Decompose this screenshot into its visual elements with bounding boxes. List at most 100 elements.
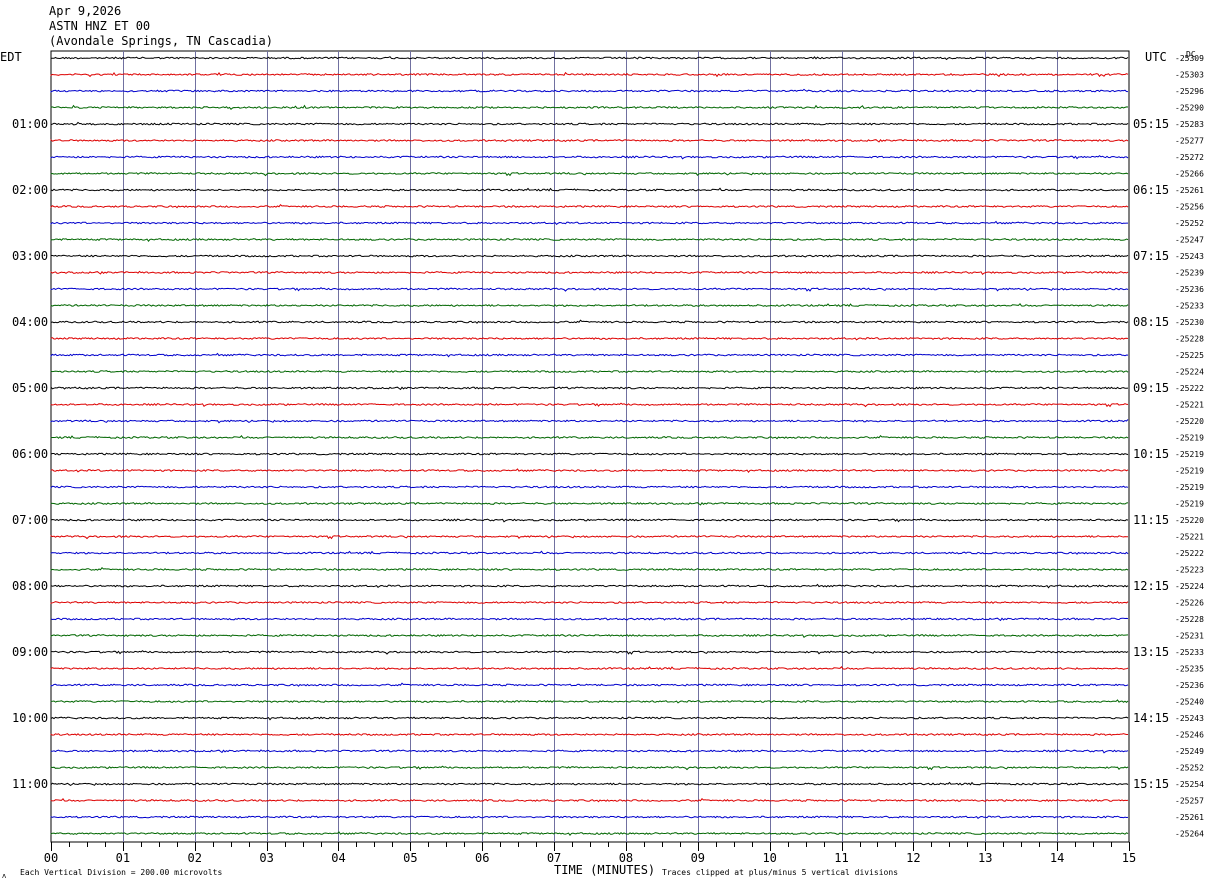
dc-offset-label: -25219 (1175, 483, 1204, 492)
dc-offset-label: -25261 (1175, 813, 1204, 822)
left-hour-label: 08:00 (12, 579, 48, 593)
dc-offset-label: -25222 (1175, 384, 1204, 393)
x-tick-label: 03 (259, 851, 273, 865)
x-tick-label: 10 (762, 851, 776, 865)
dc-offset-label: -25247 (1175, 236, 1204, 245)
trace-line (50, 237, 1129, 243)
dc-offset-label: -25254 (1175, 780, 1204, 789)
trace-line (50, 716, 1129, 721)
x-tick-label: 01 (116, 851, 130, 865)
helicorder-plot: 00 01 02 03 04 05 06 07 08 09 10 11 12 13 14 15 01:0002… (0, 50, 1204, 880)
seismic-traces (50, 56, 1129, 837)
dc-offset-label: -25222 (1175, 549, 1204, 558)
right-hour-label: 06:15 (1133, 183, 1169, 197)
dc-offset-label: -25221 (1175, 401, 1204, 410)
trace-line (50, 385, 1129, 391)
dc-offset-label: -25223 (1175, 566, 1204, 575)
dc-offset-label: -25243 (1175, 714, 1204, 723)
x-tick-label: 05 (403, 851, 417, 865)
trace-line (50, 815, 1129, 819)
right-timezone-label: UTC (1145, 50, 1167, 64)
dc-offset-label: -25249 (1175, 747, 1204, 756)
trace-line (50, 601, 1129, 604)
trace-line (50, 566, 1129, 571)
trace-line (50, 187, 1129, 192)
dc-offset-label: -25228 (1175, 335, 1204, 344)
trace-line (50, 831, 1129, 837)
right-hour-label: 10:15 (1133, 447, 1169, 461)
right-hour-label: 14:15 (1133, 711, 1169, 725)
x-tick-label: 04 (331, 851, 345, 865)
trace-line (50, 104, 1129, 111)
right-hour-label: 07:15 (1133, 249, 1169, 263)
dc-offset-label: -25224 (1175, 368, 1204, 377)
dc-offset-label: -25261 (1175, 186, 1204, 195)
left-hour-label: 10:00 (12, 711, 48, 725)
left-hour-label: 06:00 (12, 447, 48, 461)
dc-offset-label: -25231 (1175, 632, 1204, 641)
trace-line (50, 633, 1129, 639)
left-hour-label: 03:00 (12, 249, 48, 263)
trace-line (50, 337, 1129, 341)
trace-line (50, 220, 1128, 225)
trace-line (50, 419, 1129, 424)
dc-offset-label: -25277 (1175, 137, 1204, 146)
dc-offset-label: -25272 (1175, 153, 1204, 162)
trace-line (50, 682, 1129, 687)
dc-offset-label: -25246 (1175, 731, 1204, 740)
dc-offset-label: -25256 (1175, 203, 1204, 212)
time-grid (50, 50, 1130, 843)
dc-offset-label: -25233 (1175, 302, 1204, 311)
trace-line (50, 287, 1129, 292)
dc-offset-label: -25219 (1175, 450, 1204, 459)
trace-line (50, 617, 1129, 622)
dc-offset-label: -25290 (1175, 104, 1204, 113)
x-tick-label: 06 (475, 851, 489, 865)
x-axis-ticks: 00 01 02 03 04 05 06 07 08 09 10 11 12 13 14 15 (44, 842, 1136, 865)
dc-offset-label: -25252 (1175, 219, 1204, 228)
left-hour-label: 05:00 (12, 381, 48, 395)
scale-note: Each Vertical Division = 200.00 microvol… (20, 868, 222, 877)
right-hour-label: 08:15 (1133, 315, 1169, 329)
dc-offset-label: -25219 (1175, 434, 1204, 443)
dc-offset-label: -25243 (1175, 252, 1204, 261)
trace-line (50, 172, 1129, 177)
trace-line (50, 732, 1128, 737)
dc-offset-label: -25266 (1175, 170, 1204, 179)
trace-line (50, 155, 1129, 160)
dc-offset-label: -25233 (1175, 648, 1204, 657)
dc-offset-label: -25221 (1175, 533, 1204, 542)
dc-offset-label: -25240 (1175, 698, 1204, 707)
trace-line (50, 254, 1129, 258)
left-time-labels: 01:00 02:00 03:00 04:00 05:00 06:00 07:00 08:00… (12, 117, 48, 791)
dc-offset-label: -25226 (1175, 599, 1204, 608)
trace-line (50, 88, 1129, 93)
corner-mark-icon: ʌ (2, 872, 6, 880)
dc-offset-label: -25225 (1175, 351, 1204, 360)
left-hour-label: 09:00 (12, 645, 48, 659)
trace-line (50, 518, 1129, 523)
x-tick-label: 02 (188, 851, 202, 865)
dc-offset-labels: -25309-25303-25296-25290-25283-25277-252… (1175, 54, 1204, 839)
right-time-labels: 05:15 06:15 07:15 08:15 09:15 10:15 11:15 12:15… (1133, 117, 1169, 791)
left-hour-label: 01:00 (12, 117, 48, 131)
trace-line (50, 765, 1129, 771)
trace-line (50, 452, 1129, 456)
right-hour-label: 09:15 (1133, 381, 1169, 395)
trace-line (50, 534, 1129, 540)
dc-offset-label: -25257 (1175, 797, 1204, 806)
trace-line (50, 203, 1129, 209)
dc-offset-label: -25239 (1175, 269, 1204, 278)
trace-line (50, 781, 1129, 786)
trace-line (50, 749, 1129, 754)
trace-line (50, 270, 1129, 276)
x-tick-label: 12 (906, 851, 920, 865)
x-tick-label: 13 (978, 851, 992, 865)
right-hour-label: 13:15 (1133, 645, 1169, 659)
left-hour-label: 04:00 (12, 315, 48, 329)
x-tick-label: 00 (44, 851, 58, 865)
trace-line (50, 797, 1129, 803)
left-timezone-label: EDT (0, 50, 22, 64)
dc-offset-label: -25230 (1175, 318, 1204, 327)
trace-line (50, 434, 1129, 440)
